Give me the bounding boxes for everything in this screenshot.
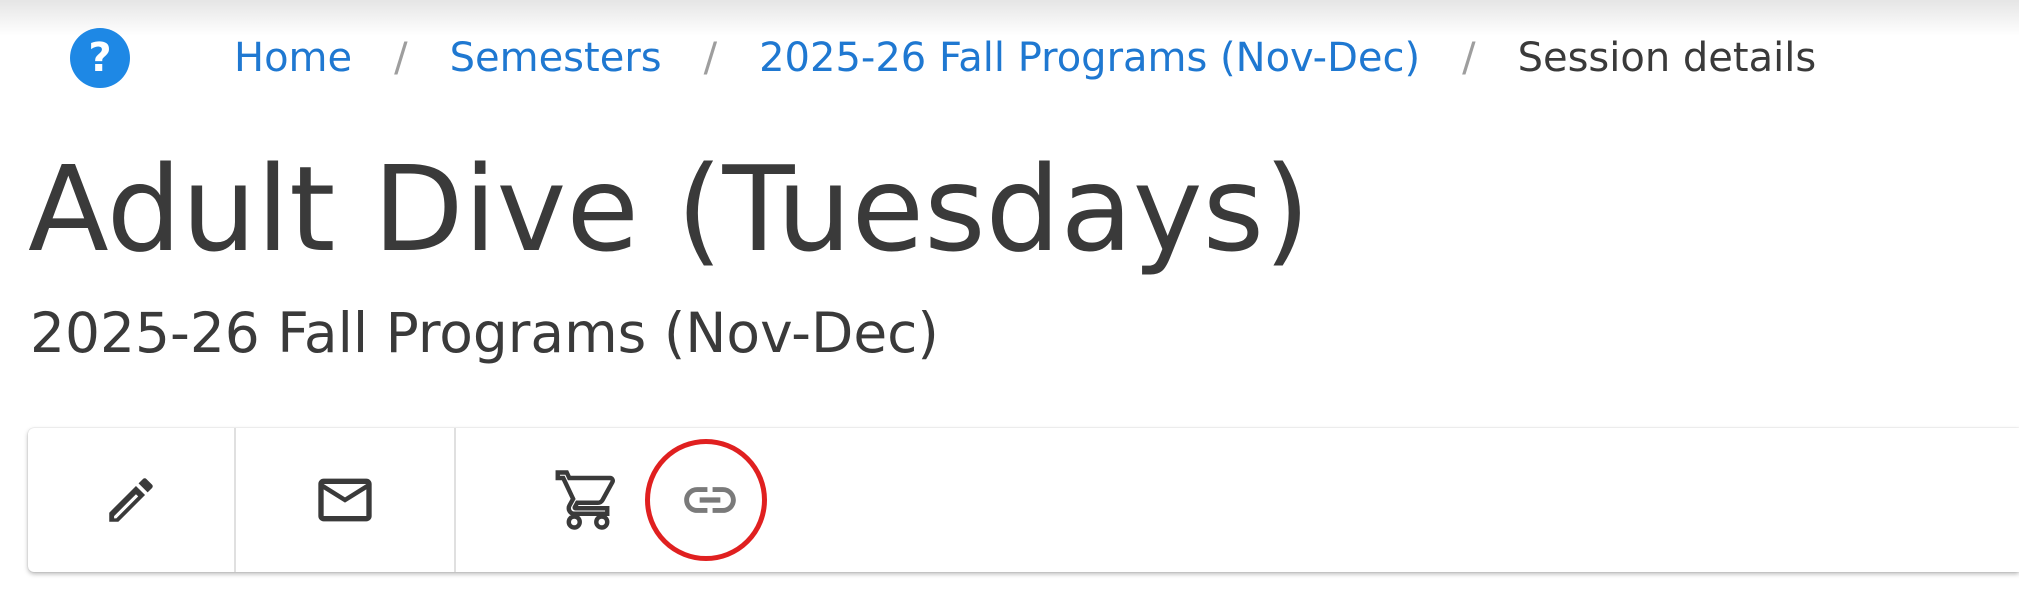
envelope-icon: [318, 478, 372, 522]
toolbar-divider: [454, 428, 456, 572]
breadcrumb-separator: /: [394, 35, 408, 81]
breadcrumb-separator: /: [703, 35, 718, 81]
page-subtitle: 2025-26 Fall Programs (Nov-Dec): [30, 301, 939, 365]
breadcrumb-semester-link[interactable]: 2025-26 Fall Programs (Nov-Dec): [759, 35, 1420, 81]
help-icon: ?: [88, 35, 112, 81]
breadcrumb-semesters-link[interactable]: Semesters: [450, 35, 662, 81]
page-title: Adult Dive (Tuesdays): [28, 140, 1311, 278]
help-button[interactable]: ?: [70, 28, 130, 88]
link-icon: [684, 487, 736, 513]
link-button[interactable]: [650, 428, 770, 572]
breadcrumb-home-link[interactable]: Home: [234, 35, 352, 81]
breadcrumb-current: Session details: [1517, 35, 1817, 81]
cart-icon: [555, 470, 615, 530]
email-button[interactable]: [236, 428, 454, 572]
breadcrumb-separator: /: [1462, 35, 1476, 81]
pencil-icon: [109, 478, 153, 522]
session-actions-toolbar: [28, 428, 2019, 572]
cart-button[interactable]: [528, 428, 648, 572]
breadcrumb: Home / Semesters / 2025-26 Fall Programs…: [234, 30, 1816, 86]
edit-button[interactable]: [28, 428, 234, 572]
